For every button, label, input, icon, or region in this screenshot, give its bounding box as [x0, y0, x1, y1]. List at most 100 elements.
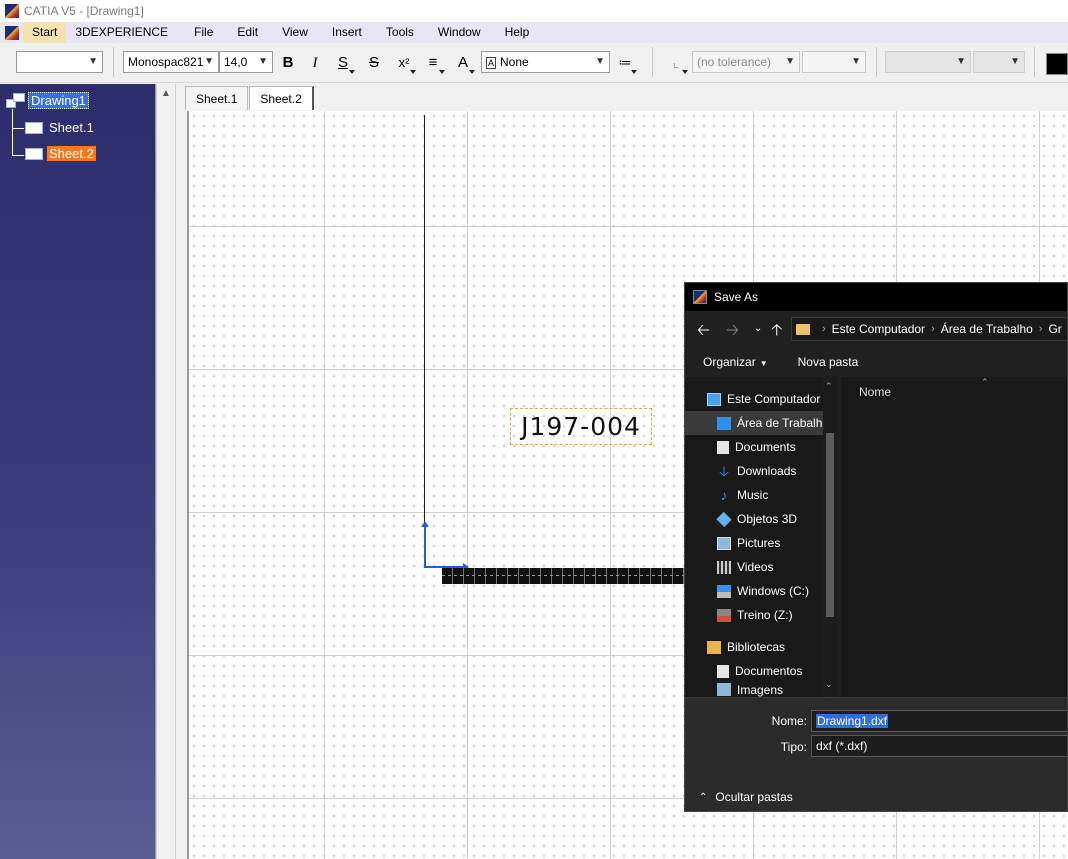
- title-bar: CATIA V5 - [Drawing1]: [0, 0, 1068, 22]
- hide-folders-button[interactable]: ⌃ Ocultar pastas: [699, 790, 793, 804]
- align-justify-icon[interactable]: ≡: [421, 51, 445, 75]
- tab-sheet2[interactable]: Sheet.2: [249, 86, 314, 110]
- sort-caret-icon: ⌃: [981, 377, 989, 387]
- documents-library-icon: [717, 664, 729, 678]
- menu-insert[interactable]: Insert: [323, 22, 371, 43]
- tolerance-value-combo: ▼: [802, 51, 866, 73]
- anchor-point-icon[interactable]: ≔: [613, 51, 637, 75]
- underline-button[interactable]: S: [331, 51, 355, 75]
- back-arrow-icon[interactable]: 🡠: [697, 319, 710, 346]
- menu-tools[interactable]: Tools: [377, 22, 423, 43]
- font-size-combo[interactable]: 14,0 ▼: [219, 51, 273, 73]
- menu-window[interactable]: Window: [429, 22, 490, 43]
- chevron-down-icon: ▼: [785, 56, 795, 67]
- images-library-icon: [717, 683, 731, 696]
- tab-sheet1[interactable]: Sheet.1: [185, 86, 249, 110]
- tree-scrollbar[interactable]: ▲: [156, 84, 176, 859]
- menu-3dexperience[interactable]: 3DEXPERIENCE: [66, 22, 177, 43]
- tree-node-drawing1[interactable]: Drawing1: [6, 92, 89, 109]
- dialog-title-bar[interactable]: Save As: [685, 283, 1067, 311]
- axis-y: [424, 525, 426, 567]
- scrollbar-thumb[interactable]: [826, 433, 834, 617]
- menu-start[interactable]: Start: [23, 22, 67, 43]
- nav-item-este-computador[interactable]: Este Computador: [685, 387, 823, 411]
- catia-menu-icon[interactable]: [5, 25, 19, 40]
- breadcrumb-gr[interactable]: Gr: [1048, 322, 1061, 336]
- tree-node-sheet2[interactable]: Sheet.2: [25, 146, 96, 161]
- tree-node-sheet1[interactable]: Sheet.1: [25, 120, 96, 135]
- font-name-combo[interactable]: Monospac821 ▼: [123, 51, 219, 73]
- frame-combo[interactable]: A None ▼: [481, 51, 610, 73]
- address-bar[interactable]: › Este Computador › Área de Trabalho › G…: [791, 317, 1067, 341]
- drive-c-icon: [717, 584, 731, 598]
- tolerance-icon: ⌞: [664, 51, 688, 75]
- nav-item-downloads[interactable]: 🡣 Downloads: [685, 459, 823, 483]
- scroll-up-icon[interactable]: ▲: [161, 88, 171, 99]
- menu-help[interactable]: Help: [496, 22, 539, 43]
- toolbar-separator: [652, 47, 653, 77]
- superscript-button[interactable]: x²: [392, 51, 416, 75]
- tree-connector: [12, 155, 24, 156]
- hatched-block[interactable]: [442, 568, 692, 584]
- nav-item-objetos-3d[interactable]: Objetos 3D: [685, 507, 823, 531]
- save-as-dialog: Save As 🡠 🡢 ⌄ 🡡 › Este Computador › Área…: [684, 282, 1068, 812]
- music-icon: ♪: [720, 486, 728, 503]
- toolbar-separator: [876, 47, 877, 77]
- file-type-select[interactable]: dxf (*.dxf): [811, 735, 1067, 757]
- chevron-up-icon: ⌃: [699, 791, 708, 803]
- dimension-format-combo: ▼: [973, 51, 1025, 73]
- catia-logo-icon: [5, 4, 19, 18]
- new-folder-button[interactable]: Nova pasta: [798, 355, 859, 369]
- nav-item-videos[interactable]: Videos: [685, 555, 823, 579]
- file-list-pane[interactable]: ⌃ Nome: [841, 377, 1067, 697]
- scroll-down-icon[interactable]: ⌄: [825, 679, 833, 690]
- breadcrumb-area-de-trabalho[interactable]: Área de Trabalho: [941, 322, 1033, 336]
- navigation-pane: Este Computador Área de Trabalho Documen…: [685, 377, 837, 697]
- axis-y-arrow-icon: [421, 521, 429, 527]
- color-swatch-button[interactable]: [1046, 53, 1068, 75]
- breadcrumb-este-computador[interactable]: Este Computador: [832, 322, 925, 336]
- window-title: CATIA V5 - [Drawing1]: [24, 4, 144, 18]
- nav-item-area-de-trabalho[interactable]: Área de Trabalho: [685, 411, 823, 435]
- italic-button[interactable]: I: [303, 51, 327, 75]
- tree-sheet1-label: Sheet.1: [49, 120, 94, 135]
- organize-button[interactable]: Organizar ▼: [703, 355, 768, 369]
- nav-item-music[interactable]: ♪ Music: [685, 483, 823, 507]
- recent-locations-chevron-icon[interactable]: ⌄: [754, 323, 762, 334]
- up-arrow-icon[interactable]: 🡡: [771, 319, 783, 346]
- nav-item-documents[interactable]: Documents: [685, 435, 823, 459]
- column-header-name[interactable]: Nome: [859, 385, 891, 399]
- construction-line[interactable]: [424, 115, 425, 565]
- scroll-up-icon[interactable]: ⌃: [825, 381, 833, 392]
- navigation-pane-scrollbar[interactable]: ⌃ ⌄: [823, 377, 837, 697]
- menu-bar: Start 3DEXPERIENCE File Edit View Insert…: [0, 22, 1068, 43]
- nav-item-imagens[interactable]: Imagens: [685, 683, 823, 697]
- tree-sheet2-label: Sheet.2: [47, 146, 96, 161]
- forward-arrow-icon[interactable]: 🡢: [726, 319, 739, 346]
- specification-tree: Drawing1 Sheet.1 Sheet.2: [0, 84, 156, 859]
- drawing-text[interactable]: J197-004: [510, 408, 652, 445]
- chevron-down-icon: ▼: [88, 56, 98, 67]
- nav-item-windows-c[interactable]: Windows (C:): [685, 579, 823, 603]
- nav-item-treino-z[interactable]: Treino (Z:): [685, 603, 823, 627]
- nav-item-pictures[interactable]: Pictures: [685, 531, 823, 555]
- chevron-down-icon: ▼: [956, 56, 966, 67]
- sheet-icon: [25, 121, 43, 134]
- style-combo[interactable]: ▼: [16, 51, 103, 73]
- libraries-icon: [707, 640, 721, 654]
- menu-edit[interactable]: Edit: [228, 22, 267, 43]
- chevron-down-icon: ▼: [595, 56, 605, 67]
- menu-file[interactable]: File: [185, 22, 222, 43]
- network-drive-icon: [717, 608, 731, 622]
- nav-item-bibliotecas[interactable]: Bibliotecas: [685, 635, 823, 659]
- tree-root-label: Drawing1: [28, 92, 89, 109]
- tree-connector: [12, 109, 13, 155]
- pictures-icon: [717, 536, 731, 550]
- strikethrough-button[interactable]: S: [362, 51, 386, 75]
- text-color-icon[interactable]: A: [451, 51, 475, 75]
- bold-button[interactable]: B: [276, 51, 300, 75]
- sheet-tabs: Sheet.1 Sheet.2: [185, 86, 315, 110]
- file-name-input[interactable]: Drawing1.dxf: [811, 710, 1067, 732]
- menu-view[interactable]: View: [273, 22, 317, 43]
- nav-item-documentos[interactable]: Documentos: [685, 659, 823, 683]
